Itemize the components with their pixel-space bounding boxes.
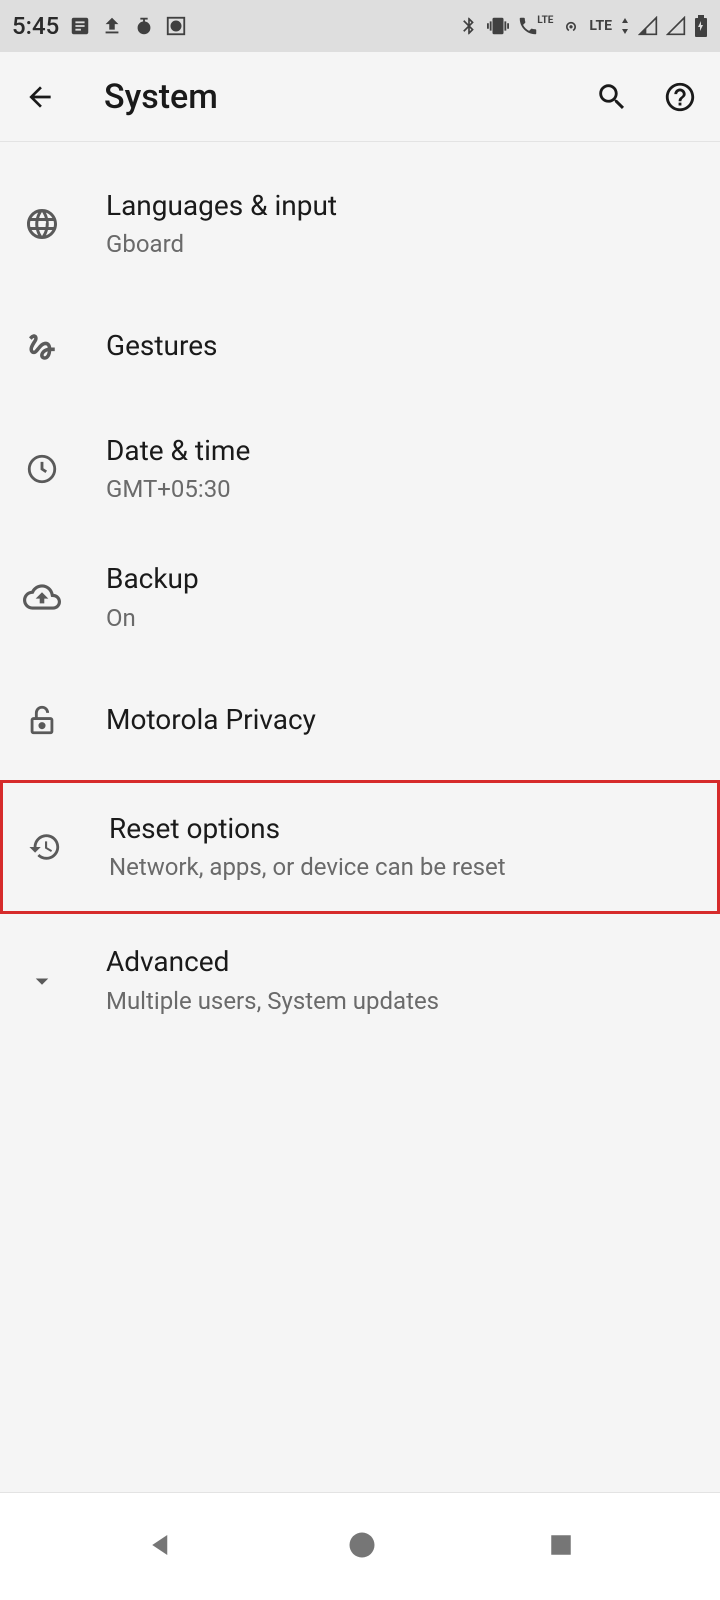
list-item-content: Reset options Network, apps, or device c… — [109, 811, 695, 884]
search-button[interactable] — [592, 77, 632, 117]
list-item-content: Backup On — [106, 561, 698, 634]
app-icon — [133, 15, 155, 37]
settings-item-advanced[interactable]: Advanced Multiple users, System updates — [0, 916, 720, 1045]
settings-item-privacy[interactable]: Motorola Privacy — [0, 662, 720, 778]
bluetooth-icon — [459, 16, 479, 36]
status-time: 5:45 — [12, 12, 59, 40]
list-item-content: Date & time GMT+05:30 — [106, 433, 698, 506]
settings-item-backup[interactable]: Backup On — [0, 533, 720, 662]
list-item-title: Gestures — [106, 328, 698, 364]
settings-item-datetime[interactable]: Date & time GMT+05:30 — [0, 405, 720, 534]
settings-list: Languages & input Gboard Gestures Date &… — [0, 142, 720, 1063]
list-item-title: Languages & input — [106, 188, 698, 224]
hotspot-icon — [561, 16, 581, 36]
status-bar: 5:45 LTE LTE — [0, 0, 720, 52]
document-icon — [69, 15, 91, 37]
list-item-content: Languages & input Gboard — [106, 188, 698, 261]
list-item-content: Advanced Multiple users, System updates — [106, 944, 698, 1017]
settings-item-reset[interactable]: Reset options Network, apps, or device c… — [3, 783, 717, 912]
cloud-upload-icon — [22, 577, 62, 617]
target-icon — [165, 15, 187, 37]
highlight-box: Reset options Network, apps, or device c… — [0, 780, 720, 915]
circle-home-icon — [347, 1530, 377, 1560]
nav-back-button[interactable] — [146, 1530, 176, 1564]
triangle-back-icon — [146, 1530, 176, 1560]
list-item-title: Motorola Privacy — [106, 702, 698, 738]
upload-icon — [101, 15, 123, 37]
back-button[interactable] — [20, 77, 60, 117]
list-item-subtitle: Gboard — [106, 229, 698, 260]
help-icon — [663, 80, 697, 114]
help-button[interactable] — [660, 77, 700, 117]
signal-updown-icon — [620, 18, 630, 34]
list-item-content: Gestures — [106, 328, 698, 364]
history-icon — [25, 827, 65, 867]
status-right: LTE LTE — [459, 15, 708, 37]
settings-item-languages[interactable]: Languages & input Gboard — [0, 160, 720, 289]
list-item-title: Date & time — [106, 433, 698, 469]
list-item-title: Backup — [106, 561, 698, 597]
settings-item-gestures[interactable]: Gestures — [0, 289, 720, 405]
clock-icon — [22, 449, 62, 489]
list-item-subtitle: On — [106, 603, 698, 634]
list-item-subtitle: GMT+05:30 — [106, 474, 698, 505]
navigation-bar — [0, 1492, 720, 1600]
square-recent-icon — [548, 1532, 574, 1558]
battery-charging-icon — [694, 15, 708, 37]
list-item-subtitle: Network, apps, or device can be reset — [109, 852, 695, 883]
page-title: System — [104, 77, 592, 117]
globe-icon — [22, 204, 62, 244]
nav-home-button[interactable] — [347, 1530, 377, 1564]
nav-recent-button[interactable] — [548, 1532, 574, 1562]
lte-label: LTE — [589, 18, 612, 34]
signal-2-icon — [666, 16, 686, 36]
chevron-down-icon — [22, 961, 62, 1001]
search-icon — [595, 80, 629, 114]
unlock-icon — [22, 700, 62, 740]
list-item-title: Advanced — [106, 944, 698, 980]
call-lte-icon: LTE — [517, 15, 553, 37]
app-bar: System — [0, 52, 720, 142]
signal-1-icon — [638, 16, 658, 36]
status-left: 5:45 — [12, 12, 187, 40]
vibrate-icon — [487, 15, 509, 37]
list-item-subtitle: Multiple users, System updates — [106, 986, 698, 1017]
arrow-back-icon — [24, 81, 56, 113]
list-item-title: Reset options — [109, 811, 695, 847]
appbar-actions — [592, 77, 700, 117]
list-item-content: Motorola Privacy — [106, 702, 698, 738]
gesture-icon — [22, 327, 62, 367]
